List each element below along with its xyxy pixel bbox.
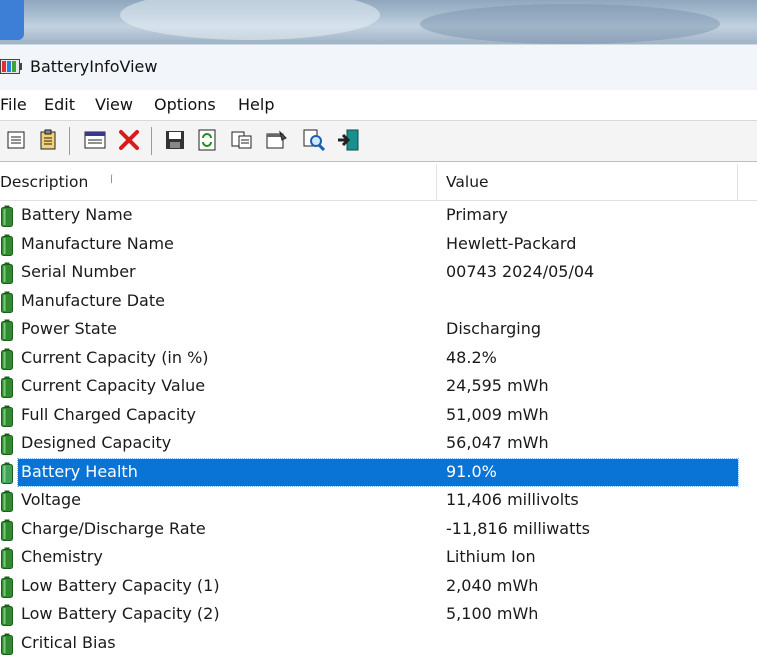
row-description: Manufacture Name: [21, 233, 174, 253]
row-value: 91.0%: [446, 461, 497, 481]
clipboard-icon[interactable]: [36, 128, 60, 152]
list-row[interactable]: Current Capacity (in %) 48.2%: [0, 345, 757, 373]
battery-icon: [1, 633, 13, 655]
row-description: Full Charged Capacity: [21, 404, 197, 424]
battery-icon: [1, 433, 13, 455]
row-description: Manufacture Date: [21, 290, 165, 310]
column-resize-handle[interactable]: [436, 164, 437, 200]
row-value: 56,047 mWh: [446, 433, 549, 452]
menu-help[interactable]: Help: [238, 95, 274, 114]
row-value: Discharging: [446, 319, 542, 338]
list-row[interactable]: Designed Capacity 56,047 mWh: [0, 430, 757, 458]
row-value: 48.2%: [446, 347, 497, 367]
list-row[interactable]: Chemistry Lithium Ion: [0, 544, 757, 572]
window-title: BatteryInfoView: [30, 57, 158, 76]
battery-icon: [1, 319, 13, 341]
toolbar-separator: [69, 127, 70, 155]
battery-icon: [1, 547, 13, 569]
list-row[interactable]: Current Capacity Value 24,595 mWh: [0, 373, 757, 401]
battery-icon: [1, 576, 13, 598]
row-value: 24,595 mWh: [446, 376, 549, 395]
menu-bar: File Edit View Options Help: [0, 90, 757, 120]
row-description: Low Battery Capacity (1): [21, 575, 220, 595]
battery-icon: [1, 291, 13, 313]
battery-icon: [1, 234, 13, 256]
list-row[interactable]: Critical Bias: [0, 630, 757, 658]
list-row[interactable]: Low Battery Capacity (2) 5,100 mWh: [0, 601, 757, 629]
row-description: Serial Number: [21, 262, 136, 281]
row-value: Primary: [446, 205, 508, 224]
toolbar: [0, 120, 757, 162]
wallpaper-cloud: [120, 0, 380, 40]
row-description: Low Battery Capacity (2): [21, 604, 220, 623]
list-row[interactable]: Full Charged Capacity 51,009 mWh: [0, 402, 757, 430]
row-value: 11,406 millivolts: [446, 490, 579, 509]
column-header-description[interactable]: Description: [0, 173, 88, 191]
desktop-shortcut-icon[interactable]: [0, 0, 24, 40]
battery-icon: [1, 205, 13, 227]
row-description: Battery Name: [21, 205, 133, 224]
battery-icon: [1, 376, 13, 398]
title-bar[interactable]: BatteryInfoView: [0, 44, 757, 90]
menu-options[interactable]: Options: [154, 95, 216, 114]
row-description: Current Capacity (in %): [21, 347, 209, 367]
list-row[interactable]: Voltage 11,406 millivolts: [0, 487, 757, 515]
row-description: Critical Bias: [21, 632, 116, 652]
battery-app-icon: [0, 59, 22, 74]
row-value: 00743 2024/05/04: [446, 262, 595, 281]
battery-icon: [1, 405, 13, 427]
row-description: Chemistry: [21, 547, 103, 566]
row-description: Power State: [21, 319, 117, 338]
battery-icon: [1, 490, 13, 512]
delete-x-icon[interactable]: [117, 128, 141, 152]
row-description: Battery Health: [21, 461, 138, 481]
menu-view[interactable]: View: [95, 95, 133, 114]
exit-icon[interactable]: [336, 128, 360, 152]
battery-icon: [1, 262, 13, 284]
list-row[interactable]: Battery Name Primary: [0, 202, 757, 230]
battery-icon: [1, 519, 13, 541]
row-description: Voltage: [21, 490, 82, 509]
refresh-icon[interactable]: [195, 128, 219, 152]
column-resize-handle[interactable]: [737, 164, 738, 200]
list-row[interactable]: Low Battery Capacity (1) 2,040 mWh: [0, 573, 757, 601]
find-icon[interactable]: [302, 128, 326, 152]
row-value: 51,009 mWh: [446, 404, 549, 424]
row-description: Charge/Discharge Rate: [21, 518, 206, 538]
battery-icon: [1, 462, 13, 484]
save-icon[interactable]: [163, 128, 187, 152]
sort-ascending-icon: /: [108, 173, 115, 186]
list-row[interactable]: Charge/Discharge Rate -11,816 milliwatts: [0, 516, 757, 544]
list-row[interactable]: Serial Number 00743 2024/05/04: [0, 259, 757, 287]
wallpaper-cloud: [420, 4, 720, 44]
row-description: Designed Capacity: [21, 433, 172, 452]
row-value: 5,100 mWh: [446, 604, 539, 623]
column-header-value[interactable]: Value: [446, 173, 489, 191]
row-value: Lithium Ion: [446, 547, 536, 566]
menu-file[interactable]: File: [0, 95, 27, 114]
row-value: -11,816 milliwatts: [446, 518, 590, 538]
desktop-wallpaper: [0, 0, 757, 44]
toolbar-separator: [151, 127, 152, 155]
html-report-icon[interactable]: [83, 128, 107, 152]
properties-icon[interactable]: [265, 128, 289, 152]
list-row[interactable]: Power State Discharging: [0, 316, 757, 344]
menu-edit[interactable]: Edit: [44, 95, 75, 114]
row-value: 2,040 mWh: [446, 575, 539, 595]
list-row[interactable]: Battery Health 91.0%: [0, 457, 757, 487]
copy-icon[interactable]: [230, 128, 254, 152]
properties-list-icon[interactable]: [4, 128, 28, 152]
battery-icon: [1, 348, 13, 370]
row-value: Hewlett-Packard: [446, 233, 577, 253]
list-header: Description / Value: [0, 164, 757, 201]
row-description: Current Capacity Value: [21, 376, 206, 395]
battery-icon: [1, 604, 13, 626]
list-row[interactable]: Manufacture Date: [0, 288, 757, 316]
list-row[interactable]: Manufacture Name Hewlett-Packard: [0, 231, 757, 259]
